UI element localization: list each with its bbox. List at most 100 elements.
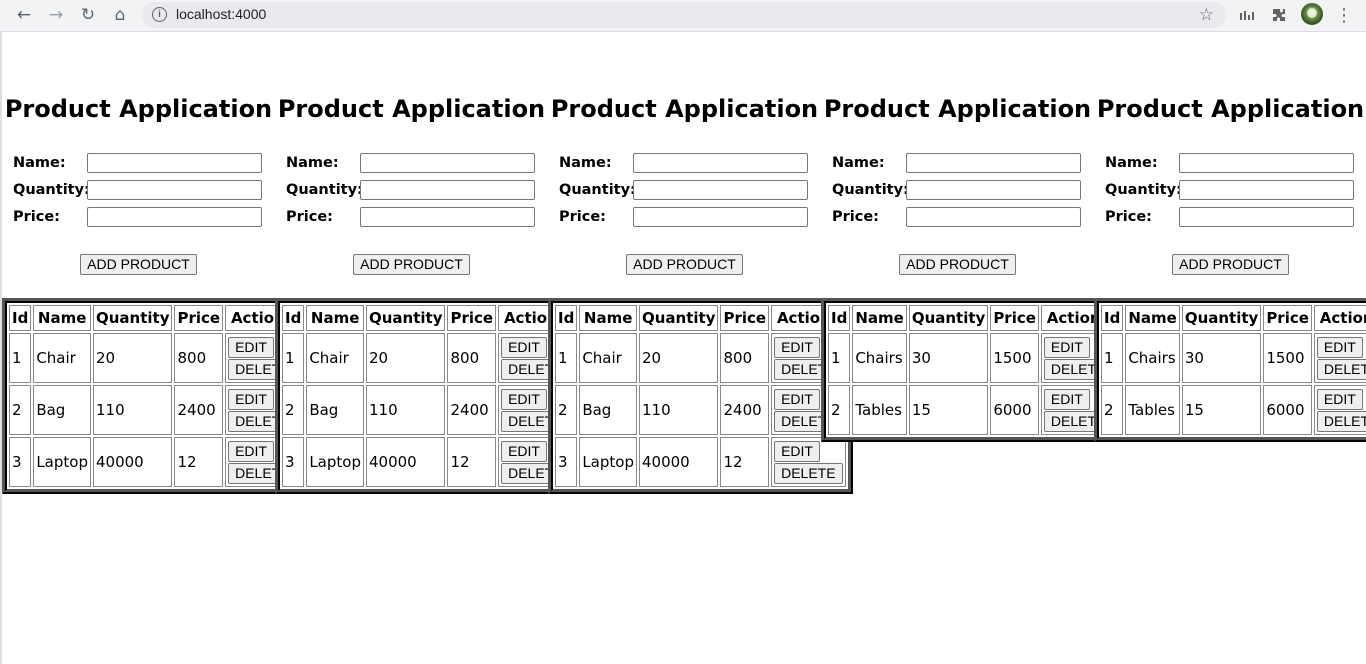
column-header: Name (579, 305, 637, 331)
edit-button[interactable]: EDIT (774, 336, 820, 358)
table-row: 3 Laptop 40000 12 EDIT DELETE (9, 437, 300, 487)
quantity-input[interactable] (1179, 179, 1354, 200)
column-header: Id (9, 305, 32, 331)
bookmark-star-icon[interactable]: ☆ (1199, 5, 1214, 25)
cell-quantity: 30 (1181, 333, 1262, 383)
table-row: 1 Chairs 30 1500 EDIT DELETE (1101, 333, 1366, 383)
table-row: 2 Tables 15 6000 EDIT DELETE (828, 385, 1116, 435)
column-header: Id (555, 305, 578, 331)
table-row: 3 Laptop 40000 12 EDIT DELETE (555, 437, 846, 487)
cell-name: Laptop (306, 437, 364, 487)
edit-button[interactable]: EDIT (774, 388, 820, 410)
cell-quantity: 40000 (638, 437, 719, 487)
add-product-button[interactable]: ADD PRODUCT (626, 254, 743, 275)
name-input[interactable] (87, 152, 262, 173)
delete-button[interactable]: DELETE (1316, 358, 1366, 380)
price-input[interactable] (360, 206, 535, 227)
add-product-button[interactable]: ADD PRODUCT (80, 254, 197, 275)
column-header: Id (282, 305, 305, 331)
products-table: Id Name Quantity Price Actions 1 Chair 20 80… (548, 298, 853, 494)
table-header-row: IdNameQuantityPriceActions (282, 305, 573, 331)
cell-id: 2 (282, 385, 305, 435)
quantity-input[interactable] (87, 179, 262, 200)
price-label: Price: (1105, 208, 1152, 225)
menu-icon[interactable]: ⋮ (1333, 4, 1355, 26)
cell-quantity: 110 (638, 385, 719, 435)
cell-price: 2400 (174, 385, 224, 435)
name-input[interactable] (906, 152, 1081, 173)
delete-button[interactable]: DELETE (774, 462, 843, 484)
forward-icon[interactable]: → (44, 4, 68, 26)
edit-button[interactable]: EDIT (501, 388, 547, 410)
column-header: Name (306, 305, 364, 331)
cell-actions: EDIT DELETE (771, 437, 846, 487)
tab-search-icon[interactable] (1237, 4, 1259, 26)
reload-icon[interactable]: ↻ (76, 4, 100, 26)
edit-button[interactable]: EDIT (1043, 336, 1090, 358)
products-table: Id Name Quantity Price Actions 1 Chair 20 80… (2, 298, 307, 494)
name-input[interactable] (360, 152, 535, 173)
edit-button[interactable]: EDIT (501, 440, 547, 462)
price-input[interactable] (633, 206, 808, 227)
page-title: Product Application (4, 95, 273, 123)
cell-name: Bag (306, 385, 364, 435)
cell-id: 2 (828, 385, 851, 435)
quantity-label: Quantity: (286, 181, 363, 198)
quantity-input[interactable] (906, 179, 1081, 200)
products-table: IdNameQuantityPriceActions 1 Chairs 30 1… (821, 298, 1123, 442)
name-input[interactable] (1179, 152, 1354, 173)
edit-button[interactable]: EDIT (1316, 388, 1363, 410)
column-header: Price (447, 305, 497, 331)
cell-quantity: 20 (638, 333, 719, 383)
price-input[interactable] (87, 206, 262, 227)
add-product-button[interactable]: ADD PRODUCT (353, 254, 470, 275)
price-label: Price: (832, 208, 879, 225)
address-bar[interactable]: i localhost:4000 ☆ (142, 2, 1226, 28)
price-input[interactable] (1179, 206, 1354, 227)
column-header: Id (1101, 305, 1124, 331)
edit-button[interactable]: EDIT (1316, 336, 1363, 358)
column-header: Quantity (908, 305, 989, 331)
cell-name: Tables (852, 385, 907, 435)
column-header: Name (33, 305, 91, 331)
name-input[interactable] (633, 152, 808, 173)
quantity-input[interactable] (633, 179, 808, 200)
extensions-icon[interactable] (1268, 4, 1290, 26)
add-product-button[interactable]: ADD PRODUCT (1172, 254, 1289, 275)
add-product-button[interactable]: ADD PRODUCT (899, 254, 1016, 275)
edit-button[interactable]: EDIT (1043, 388, 1090, 410)
back-icon[interactable]: ← (12, 4, 36, 26)
site-info-icon[interactable]: i (152, 7, 167, 22)
profile-avatar[interactable] (1301, 3, 1323, 25)
cell-id: 1 (828, 333, 851, 383)
table-header-row: IdNameQuantityPriceActions (828, 305, 1116, 331)
quantity-input[interactable] (360, 179, 535, 200)
cell-price: 12 (174, 437, 224, 487)
cell-id: 1 (555, 333, 578, 383)
edit-button[interactable]: EDIT (228, 336, 274, 358)
product-app: Product Application Name: Quantity: Pric… (1094, 33, 1366, 442)
column-header: Price (720, 305, 770, 331)
cell-price: 2400 (447, 385, 497, 435)
edit-button[interactable]: EDIT (228, 388, 274, 410)
quantity-label: Quantity: (1105, 181, 1182, 198)
edit-button[interactable]: EDIT (501, 336, 547, 358)
apps-container: Product Application Name: Quantity: Pric… (2, 33, 1366, 494)
price-input[interactable] (906, 206, 1081, 227)
table-row: 2 Tables 15 6000 EDIT DELETE (1101, 385, 1366, 435)
edit-button[interactable]: EDIT (228, 440, 274, 462)
table-row: 1 Chairs 30 1500 EDIT DELETE (828, 333, 1116, 383)
table-row: 2 Bag 110 2400 EDIT DELETE (9, 385, 300, 435)
table-row: 1 Chair 20 800 EDIT DELETE (555, 333, 846, 383)
edit-button[interactable]: EDIT (774, 440, 820, 462)
table-header-row: IdNameQuantityPriceActions (555, 305, 846, 331)
cell-price: 1500 (990, 333, 1039, 383)
column-header: Name (1125, 305, 1180, 331)
cell-id: 3 (555, 437, 578, 487)
name-label: Name: (832, 154, 885, 171)
home-icon[interactable]: ⌂ (108, 4, 132, 26)
product-form: Name: Quantity: Price: (2, 149, 275, 230)
delete-button[interactable]: DELETE (1316, 410, 1366, 432)
table-header-row: IdNameQuantityPriceActions (9, 305, 300, 331)
product-app: Product Application Name: Quantity: Pric… (275, 33, 580, 494)
